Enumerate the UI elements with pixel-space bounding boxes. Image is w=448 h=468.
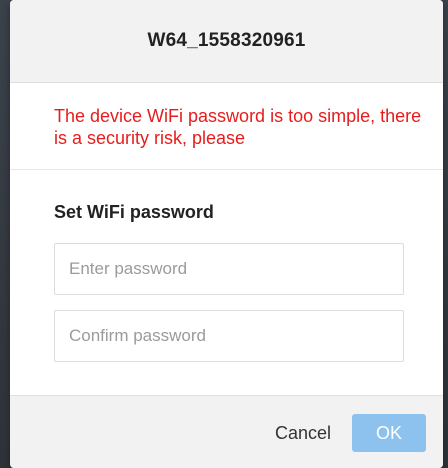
dialog-header: W64_1558320961 xyxy=(10,0,443,83)
dialog-title: W64_1558320961 xyxy=(147,30,306,51)
security-warning-text: The device WiFi password is too simple, … xyxy=(54,106,422,148)
password-input[interactable] xyxy=(54,243,404,295)
section-label: Set WiFi password xyxy=(54,202,214,222)
confirm-password-input[interactable] xyxy=(54,310,404,362)
ok-button[interactable]: OK xyxy=(352,414,426,452)
cancel-button[interactable]: Cancel xyxy=(270,415,336,451)
set-wifi-password-dialog: W64_1558320961 The device WiFi password … xyxy=(10,0,443,468)
